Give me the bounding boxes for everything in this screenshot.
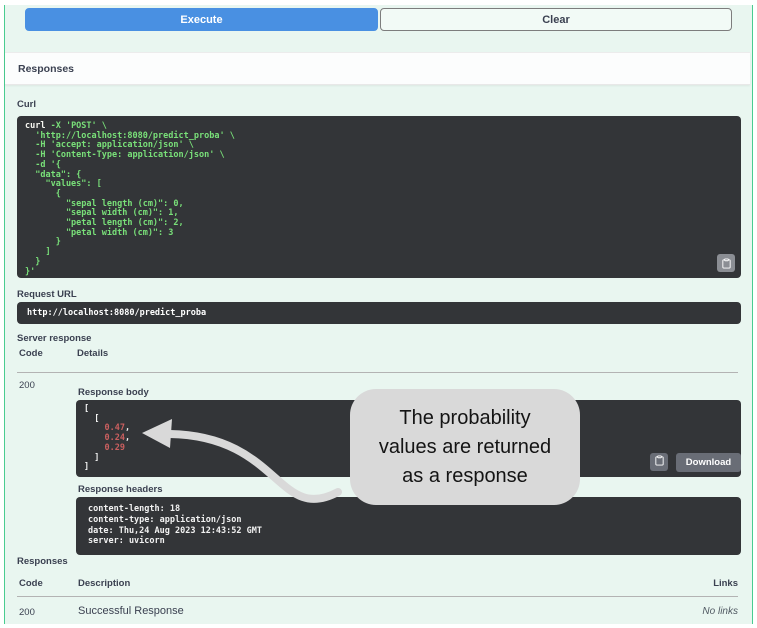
download-button[interactable]: Download [676,453,741,472]
code-line: "data": { [25,169,82,180]
responses-table-code-header: Code [19,578,43,589]
server-response-code-header: Code [19,348,43,359]
response-body-label: Response body [78,387,149,398]
responses-section-title: Responses [18,62,75,75]
clipboard-icon [721,254,732,273]
row-code: 200 [19,607,35,618]
annotation-callout: The probability values are returned as a… [350,389,580,505]
row-description: Successful Response [78,605,184,617]
code-line: -H 'Content-Type: application/json' \ [25,150,225,161]
annotation-text-line1: The probability [399,406,531,429]
code-line: "values": [ [25,179,102,190]
clipboard-icon [654,453,665,471]
copy-curl-button[interactable] [717,254,735,272]
annotation-arrow [142,419,342,503]
responses-table-divider [17,596,738,597]
code-line: "petal width (cm)": 3 [25,227,174,238]
copy-response-button[interactable] [650,453,668,471]
responses-table-links-header: Links [713,578,738,589]
clear-button[interactable]: Clear [380,8,732,31]
request-url-value: http://localhost:8080/predict_proba [17,302,741,324]
code-line: ] [25,247,51,258]
execute-button[interactable]: Execute [25,8,378,31]
responses-table-description-header: Description [78,578,131,589]
annotation-text-line3: as a response [402,464,528,487]
curl-label: Curl [17,99,36,110]
server-response-details-header: Details [77,348,109,359]
code-line: date: Thu,24 Aug 2023 12:43:52 GMT [88,525,262,536]
code-line: }' [25,266,36,277]
responses-table-label: Responses [17,556,68,567]
swagger-operation-panel: Execute Clear Responses Curl curl -X 'PO… [0,0,757,628]
curl-command-block: curl -X 'POST' \ 'http://localhost:8080/… [17,116,741,278]
request-url-label: Request URL [17,289,77,300]
server-response-divider [17,372,738,373]
code-line: -d '{ [25,159,61,170]
code-line: server: uvicorn [88,536,165,547]
responses-section-header: Responses [5,52,750,85]
server-response-label: Server response [17,333,92,344]
code-line: } [25,237,61,248]
server-response-status-code: 200 [19,380,35,391]
row-links: No links [702,606,738,617]
annotation-text-line2: values are returned [378,435,552,458]
code-line: } [25,256,41,267]
